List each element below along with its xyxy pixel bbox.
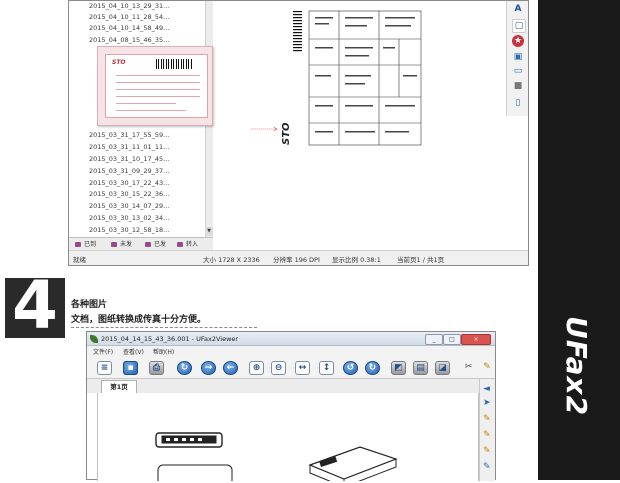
brand-logo: UFax2 bbox=[560, 316, 593, 417]
menu-file[interactable]: 文件(F) bbox=[93, 347, 113, 356]
document-canvas bbox=[97, 393, 479, 483]
file-list-item[interactable]: 2015_04_10_11_28_54... bbox=[89, 13, 169, 21]
fax-manager-window: 2015_04_10_13_29_31... 2015_04_10_11_28_5… bbox=[68, 0, 529, 266]
phone-icon[interactable]: ▯ bbox=[512, 97, 524, 109]
file-list-item[interactable]: 2015_03_30_14_07_29... bbox=[89, 202, 169, 210]
scroll-down-arrow-icon[interactable]: ▼ bbox=[205, 227, 213, 236]
right-toolbar: A ▢ ★ ▣ ▭ ■ ▯ bbox=[506, 1, 528, 116]
rotate-left-icon[interactable]: ↺ bbox=[343, 361, 358, 375]
folder-icon bbox=[75, 242, 81, 247]
status-ready: 就绪 bbox=[73, 256, 86, 264]
folder-tab-label: 已到 bbox=[84, 241, 97, 248]
folder-tab[interactable]: 已到 bbox=[73, 239, 96, 250]
viewer-title: 2015_04_14_15_43_36.001 - UFax2Viewer bbox=[101, 335, 239, 343]
highlighter-icon[interactable]: ✎ bbox=[483, 447, 493, 456]
scissors-icon[interactable]: ✂ bbox=[461, 361, 476, 375]
maximize-button[interactable]: □ bbox=[443, 334, 461, 345]
fax-thumbnail-popup[interactable]: STO bbox=[97, 46, 213, 126]
fax-page-preview: STO bbox=[281, 10, 422, 146]
file-list-item[interactable]: 2015_03_31_09_29_37... bbox=[89, 167, 169, 175]
barcode-icon bbox=[156, 59, 192, 69]
minimize-button[interactable]: _ bbox=[425, 334, 443, 345]
file-list-item[interactable]: 2015_03_30_13_02_34... bbox=[89, 214, 169, 222]
folder-tab[interactable]: 未发 bbox=[109, 239, 132, 250]
file-list-item[interactable]: 2015_04_08_15_46_35... bbox=[89, 36, 169, 44]
next-page-icon[interactable]: → bbox=[201, 361, 216, 375]
folder-tabs: 已到 未发 已发 转入 bbox=[69, 237, 213, 250]
brand-banner: UFax2 bbox=[538, 0, 620, 480]
pages-icon[interactable]: ▤ bbox=[413, 361, 428, 375]
ufax2-viewer-window: 2015_04_14_15_43_36.001 - UFax2Viewer _ … bbox=[86, 331, 496, 483]
fit-height-icon[interactable]: ↕ bbox=[319, 361, 334, 375]
fit-width-icon[interactable]: ↔ bbox=[295, 361, 310, 375]
text-tool-icon[interactable]: A bbox=[512, 3, 524, 15]
save-icon[interactable]: ▣ bbox=[512, 51, 524, 63]
file-list-item[interactable]: 2015_03_31_10_17_45... bbox=[89, 155, 169, 163]
folder-tab-label: 转入 bbox=[186, 241, 199, 248]
refresh-icon[interactable]: ↻ bbox=[177, 361, 192, 375]
fax-thumbnail-image: STO bbox=[105, 54, 208, 118]
file-list-item[interactable]: 2015_04_10_14_58_49... bbox=[89, 24, 169, 32]
print-icon[interactable]: ⎙ bbox=[149, 361, 164, 375]
folder-tab-label: 已发 bbox=[154, 241, 167, 248]
device-drawing bbox=[155, 432, 398, 483]
file-list-item[interactable]: 2015_04_10_13_29_31... bbox=[89, 2, 169, 10]
status-size: 大小 1728 X 2336 bbox=[203, 256, 260, 264]
stamp-icon[interactable]: ★ bbox=[512, 35, 524, 47]
status-resolution: 分辨率 196 DPI bbox=[273, 256, 320, 264]
viewer-toolbar: ≡ ▪ ⎙ ↻ → ← ⊕ ⊖ ↔ ↕ ↺ ↻ ◩ ▤ ◪ ✂ ✎ bbox=[87, 357, 495, 379]
status-page: 当前页1 / 共1页 bbox=[397, 256, 445, 264]
save-icon[interactable]: ▪ bbox=[123, 361, 138, 375]
folder-tab[interactable]: 已发 bbox=[143, 239, 166, 250]
zoom-out-icon[interactable]: ⊖ bbox=[271, 361, 286, 375]
fill-tool-icon[interactable]: ▢ bbox=[512, 19, 526, 33]
folder-icon bbox=[145, 242, 151, 247]
folder-icon bbox=[177, 242, 183, 247]
zoom-in-icon[interactable]: ⊕ bbox=[249, 361, 264, 375]
section-number: 4 bbox=[12, 267, 58, 344]
annotation-side-toolbar: ◄ ➤ ✎ ✎ ✎ ✎ bbox=[479, 379, 495, 481]
viewer-title-bar: 2015_04_14_15_43_36.001 - UFax2Viewer _ … bbox=[87, 332, 495, 346]
status-bar: 就绪 大小 1728 X 2336 分辨率 196 DPI 显示比例 0.38:… bbox=[69, 250, 528, 265]
tab-page-1[interactable]: 第1页 bbox=[101, 380, 137, 393]
pointer-icon[interactable]: ➤ bbox=[483, 399, 493, 408]
feature-divider bbox=[71, 327, 257, 328]
page-tab-bar bbox=[87, 379, 479, 393]
preview-logo: STO bbox=[281, 122, 292, 145]
feature-title: 各种图片 bbox=[71, 300, 108, 310]
back-arrow-icon[interactable]: ◄ bbox=[483, 385, 493, 394]
feature-description: 文档，图纸转换成传真十分方便。 bbox=[71, 315, 207, 325]
pen-icon[interactable]: ✎ bbox=[481, 361, 493, 375]
viewer-menu-bar: 文件(F) 查看(V) 帮助(H) bbox=[87, 346, 495, 357]
menu-view[interactable]: 查看(V) bbox=[123, 347, 144, 356]
app-leaf-icon bbox=[90, 335, 98, 343]
marker-icon[interactable]: ✎ bbox=[483, 431, 493, 440]
file-list-item[interactable]: 2015_03_31_11_01_11... bbox=[89, 143, 169, 151]
file-list-item[interactable]: 2015_03_31_17_55_59... bbox=[89, 131, 169, 139]
sign-icon[interactable]: ◪ bbox=[435, 361, 450, 375]
close-button[interactable]: × bbox=[461, 334, 491, 345]
monitor-icon[interactable]: ▭ bbox=[512, 65, 524, 77]
pencil-icon[interactable]: ✎ bbox=[483, 415, 493, 424]
folder-tab-label: 未发 bbox=[120, 241, 133, 248]
rotate-right-icon[interactable]: ↻ bbox=[365, 361, 380, 375]
previous-page-icon[interactable]: ← bbox=[223, 361, 238, 375]
menu-help[interactable]: 帮助(H) bbox=[153, 347, 174, 356]
file-list-item[interactable]: 2015_03_30_12_58_18... bbox=[89, 226, 169, 234]
eraser-icon[interactable]: ✎ bbox=[483, 463, 493, 472]
file-list-item[interactable]: 2015_03_30_15_22_36... bbox=[89, 190, 169, 198]
file-list-item[interactable]: 2015_03_30_17_22_43... bbox=[89, 179, 169, 187]
camera-icon[interactable]: ■ bbox=[512, 80, 524, 92]
folder-icon bbox=[111, 242, 117, 247]
thumbnail-logo: STO bbox=[112, 59, 126, 66]
list-icon[interactable]: ≡ bbox=[97, 361, 112, 375]
annotate-icon[interactable]: ◩ bbox=[391, 361, 406, 375]
folder-tab[interactable]: 转入 bbox=[175, 239, 198, 250]
status-zoom: 显示比例 0.38:1 bbox=[332, 256, 381, 264]
